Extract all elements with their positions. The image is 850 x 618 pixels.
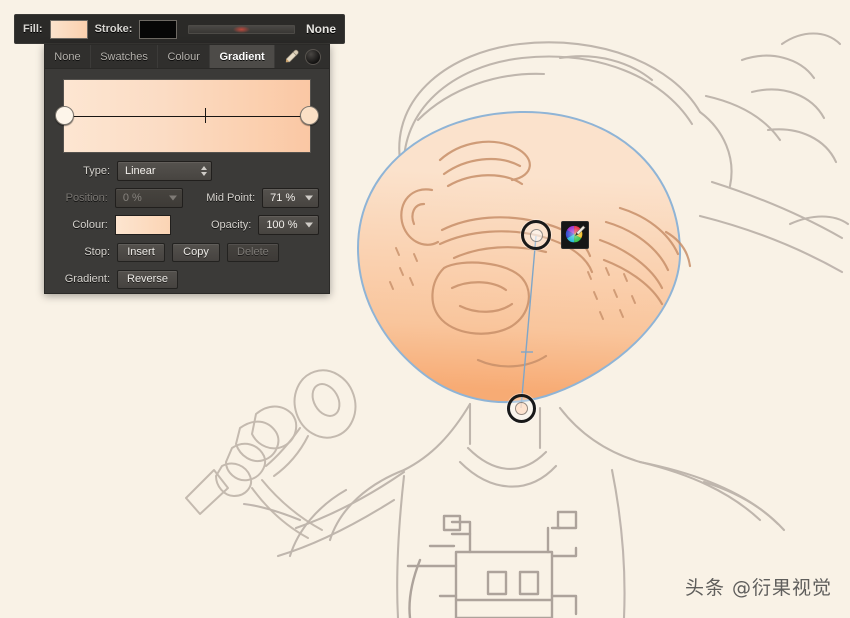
fill-stroke-toolbar: Fill: Stroke: None bbox=[14, 14, 345, 44]
copy-stop-button[interactable]: Copy bbox=[172, 242, 220, 262]
tab-gradient[interactable]: Gradient bbox=[210, 45, 276, 68]
watermark: 头条 @衍果视觉 bbox=[684, 577, 832, 599]
stop-colour-swatch[interactable] bbox=[114, 215, 171, 235]
tab-swatches[interactable]: Swatches bbox=[91, 45, 159, 68]
midpoint-select[interactable]: 71 % bbox=[262, 188, 319, 208]
panel-tools bbox=[275, 45, 330, 68]
position-select: 0 % bbox=[114, 188, 184, 208]
tab-colour[interactable]: Colour bbox=[158, 45, 211, 68]
gradient-panel: None Swatches Colour Gradient Type: Line… bbox=[44, 44, 330, 294]
chevron-down-icon[interactable] bbox=[305, 222, 313, 228]
stepper-arrows-icon[interactable] bbox=[201, 166, 207, 176]
tab-none[interactable]: None bbox=[45, 45, 91, 68]
row-type: Type: Linear bbox=[55, 161, 319, 181]
gradient-end-handle-core bbox=[515, 402, 528, 415]
gradient-start-handle[interactable] bbox=[521, 220, 551, 250]
gradient-label: Gradient: bbox=[64, 273, 110, 285]
panel-tab-bar: None Swatches Colour Gradient bbox=[45, 45, 330, 69]
fill-label: Fill: bbox=[23, 23, 43, 35]
colour-palette-button[interactable] bbox=[561, 221, 589, 249]
gradient-end-handle[interactable] bbox=[507, 394, 536, 423]
type-value: Linear bbox=[125, 165, 156, 177]
gradient-stop-end[interactable] bbox=[300, 106, 319, 125]
fill-colour-swatch[interactable] bbox=[49, 19, 88, 39]
type-select[interactable]: Linear bbox=[117, 161, 212, 181]
opacity-value: 100 % bbox=[266, 219, 298, 231]
row-position-midpoint: Position: 0 % Mid Point: 71 % bbox=[55, 188, 319, 208]
stroke-slider-marker bbox=[233, 25, 251, 33]
gradient-stop-start[interactable] bbox=[55, 106, 74, 125]
gradient-start-handle-core bbox=[529, 228, 543, 242]
gradient-stop-axis bbox=[69, 116, 305, 117]
stroke-width-slider[interactable] bbox=[188, 24, 295, 34]
delete-stop-button: Delete bbox=[227, 242, 279, 262]
gradient-preview-area[interactable] bbox=[55, 79, 319, 153]
chevron-down-icon bbox=[169, 195, 178, 201]
current-colour-swatch[interactable] bbox=[305, 48, 322, 65]
stop-label: Stop: bbox=[84, 246, 110, 258]
opacity-label: Opacity: bbox=[210, 219, 252, 231]
application-window: 头条 @衍果视觉 Fill: Stroke: None None Swatche… bbox=[0, 0, 850, 618]
opacity-select[interactable]: 100 % bbox=[258, 215, 319, 235]
chevron-down-icon[interactable] bbox=[305, 195, 313, 201]
reverse-gradient-button[interactable]: Reverse bbox=[117, 269, 178, 289]
type-label: Type: bbox=[83, 165, 110, 177]
gradient-midpoint-marker[interactable] bbox=[205, 108, 207, 123]
position-value: 0 % bbox=[122, 192, 142, 204]
row-stop-buttons: Stop: Insert Copy Delete bbox=[55, 242, 319, 262]
row-colour-opacity: Colour: Opacity: 100 % bbox=[55, 215, 319, 235]
stroke-label: Stroke: bbox=[94, 23, 133, 35]
midpoint-value: 71 % bbox=[270, 192, 296, 204]
insert-stop-button[interactable]: Insert bbox=[117, 242, 165, 262]
stroke-colour-swatch[interactable] bbox=[139, 19, 178, 39]
gradient-fields: Type: Linear Position: 0 % Mid Point: 71… bbox=[45, 153, 329, 289]
colour-wheel-icon bbox=[565, 225, 586, 243]
colour-label: Colour: bbox=[72, 219, 108, 231]
stroke-width-value: None bbox=[306, 22, 336, 36]
row-gradient-reverse: Gradient: Reverse bbox=[55, 269, 319, 289]
position-label: Position: bbox=[65, 192, 108, 204]
eyedropper-icon[interactable] bbox=[283, 48, 301, 66]
midpoint-label: Mid Point: bbox=[206, 192, 256, 204]
